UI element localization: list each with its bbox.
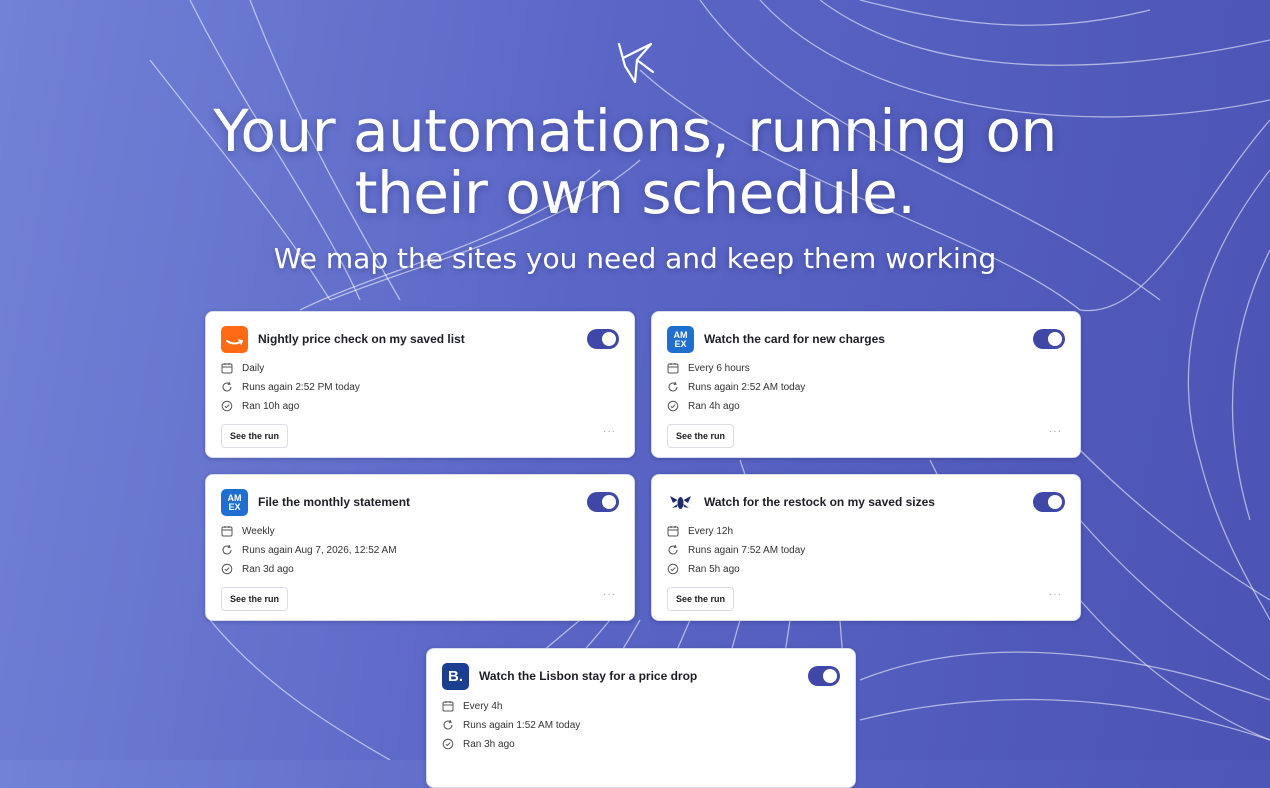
automation-toggle[interactable] [808, 666, 840, 686]
schedule-text: Every 4h [463, 700, 503, 712]
next-run-row: Runs again 1:52 AM today [442, 717, 580, 733]
last-run-text: Ran 3h ago [463, 738, 515, 750]
automation-card: Watch for the restock on my saved sizes … [651, 474, 1081, 621]
schedule-row: Daily [221, 360, 264, 376]
automation-toggle[interactable] [1033, 329, 1065, 349]
see-the-run-button[interactable]: See the run [221, 424, 289, 448]
schedule-row: Weekly [221, 523, 275, 539]
toggle-knob [602, 332, 616, 346]
page-title: Your automations, running on their own s… [0, 100, 1270, 224]
card-title: Watch the card for new charges [704, 332, 885, 346]
refresh-icon [443, 719, 453, 730]
refresh-icon [668, 544, 678, 555]
last-run-row: Ran 4h ago [667, 398, 740, 414]
toggle-knob [602, 495, 616, 509]
automation-card: Nightly price check on my saved list Dai… [205, 311, 635, 458]
schedule-text: Every 12h [688, 525, 734, 537]
card-title: Nightly price check on my saved list [258, 332, 465, 346]
bee-icon [667, 489, 694, 516]
schedule-row: Every 4h [442, 698, 502, 714]
last-run-text: Ran 4h ago [688, 400, 740, 412]
more-options-icon[interactable]: ··· [1049, 589, 1062, 600]
schedule-row: Every 12h [667, 523, 733, 539]
brand-logo [617, 42, 655, 84]
next-run-text: Runs again Aug 7, 2026, 12:52 AM [242, 544, 397, 556]
last-run-text: Ran 10h ago [242, 400, 300, 412]
next-run-row: Runs again Aug 7, 2026, 12:52 AM [221, 542, 397, 558]
next-run-row: Runs again 2:52 AM today [667, 379, 805, 395]
last-run-row: Ran 3d ago [221, 561, 294, 577]
page-subtitle: We map the sites you need and keep them … [273, 242, 997, 275]
automation-toggle[interactable] [587, 492, 619, 512]
more-options-icon[interactable]: ··· [603, 426, 616, 437]
calendar-icon [221, 526, 233, 537]
refresh-icon [222, 381, 232, 392]
schedule-text: Daily [242, 362, 265, 374]
amazon-icon [221, 326, 248, 353]
calendar-icon [442, 701, 454, 712]
refresh-icon [668, 381, 678, 392]
check-circle-icon [221, 400, 233, 412]
see-the-run-button[interactable]: See the run [667, 587, 735, 611]
amex-icon: AM EX [667, 326, 694, 353]
automation-toggle[interactable] [1033, 492, 1065, 512]
more-options-icon[interactable]: ··· [603, 589, 616, 600]
calendar-icon [667, 526, 679, 537]
automation-card: B. Watch the Lisbon stay for a price dro… [426, 648, 856, 788]
headline-line-2: their own schedule. [354, 159, 916, 227]
last-run-row: Ran 10h ago [221, 398, 299, 414]
next-run-text: Runs again 2:52 AM today [688, 381, 806, 393]
next-run-row: Runs again 7:52 AM today [667, 542, 805, 558]
headline-line-1: Your automations, running on [213, 97, 1057, 165]
card-title: Watch for the restock on my saved sizes [704, 495, 935, 509]
next-run-text: Runs again 7:52 AM today [688, 544, 806, 556]
booking-icon: B. [442, 663, 469, 690]
refresh-icon [222, 544, 232, 555]
calendar-icon [667, 363, 679, 374]
amex-icon: AM EX [221, 489, 248, 516]
more-options-icon[interactable]: ··· [1049, 426, 1062, 437]
check-circle-icon [221, 563, 233, 575]
check-circle-icon [667, 563, 679, 575]
card-title: File the monthly statement [258, 495, 411, 509]
schedule-text: Weekly [242, 525, 275, 537]
calendar-icon [221, 363, 233, 374]
schedule-row: Every 6 hours [667, 360, 750, 376]
automation-toggle[interactable] [587, 329, 619, 349]
next-run-text: Runs again 1:52 AM today [463, 719, 581, 731]
toggle-knob [1048, 495, 1062, 509]
automation-card: AM EX File the monthly statement Weekly … [205, 474, 635, 621]
last-run-text: Ran 5h ago [688, 563, 740, 575]
card-title: Watch the Lisbon stay for a price drop [479, 669, 698, 683]
automation-card: AM EX Watch the card for new charges Eve… [651, 311, 1081, 458]
next-run-row: Runs again 2:52 PM today [221, 379, 360, 395]
see-the-run-button[interactable]: See the run [667, 424, 735, 448]
schedule-text: Every 6 hours [688, 362, 750, 374]
check-circle-icon [667, 400, 679, 412]
toggle-knob [823, 669, 837, 683]
last-run-row: Ran 3h ago [442, 736, 515, 752]
see-the-run-button[interactable]: See the run [221, 587, 289, 611]
last-run-row: Ran 5h ago [667, 561, 740, 577]
last-run-text: Ran 3d ago [242, 563, 294, 575]
toggle-knob [1048, 332, 1062, 346]
next-run-text: Runs again 2:52 PM today [242, 381, 360, 393]
check-circle-icon [442, 738, 454, 750]
